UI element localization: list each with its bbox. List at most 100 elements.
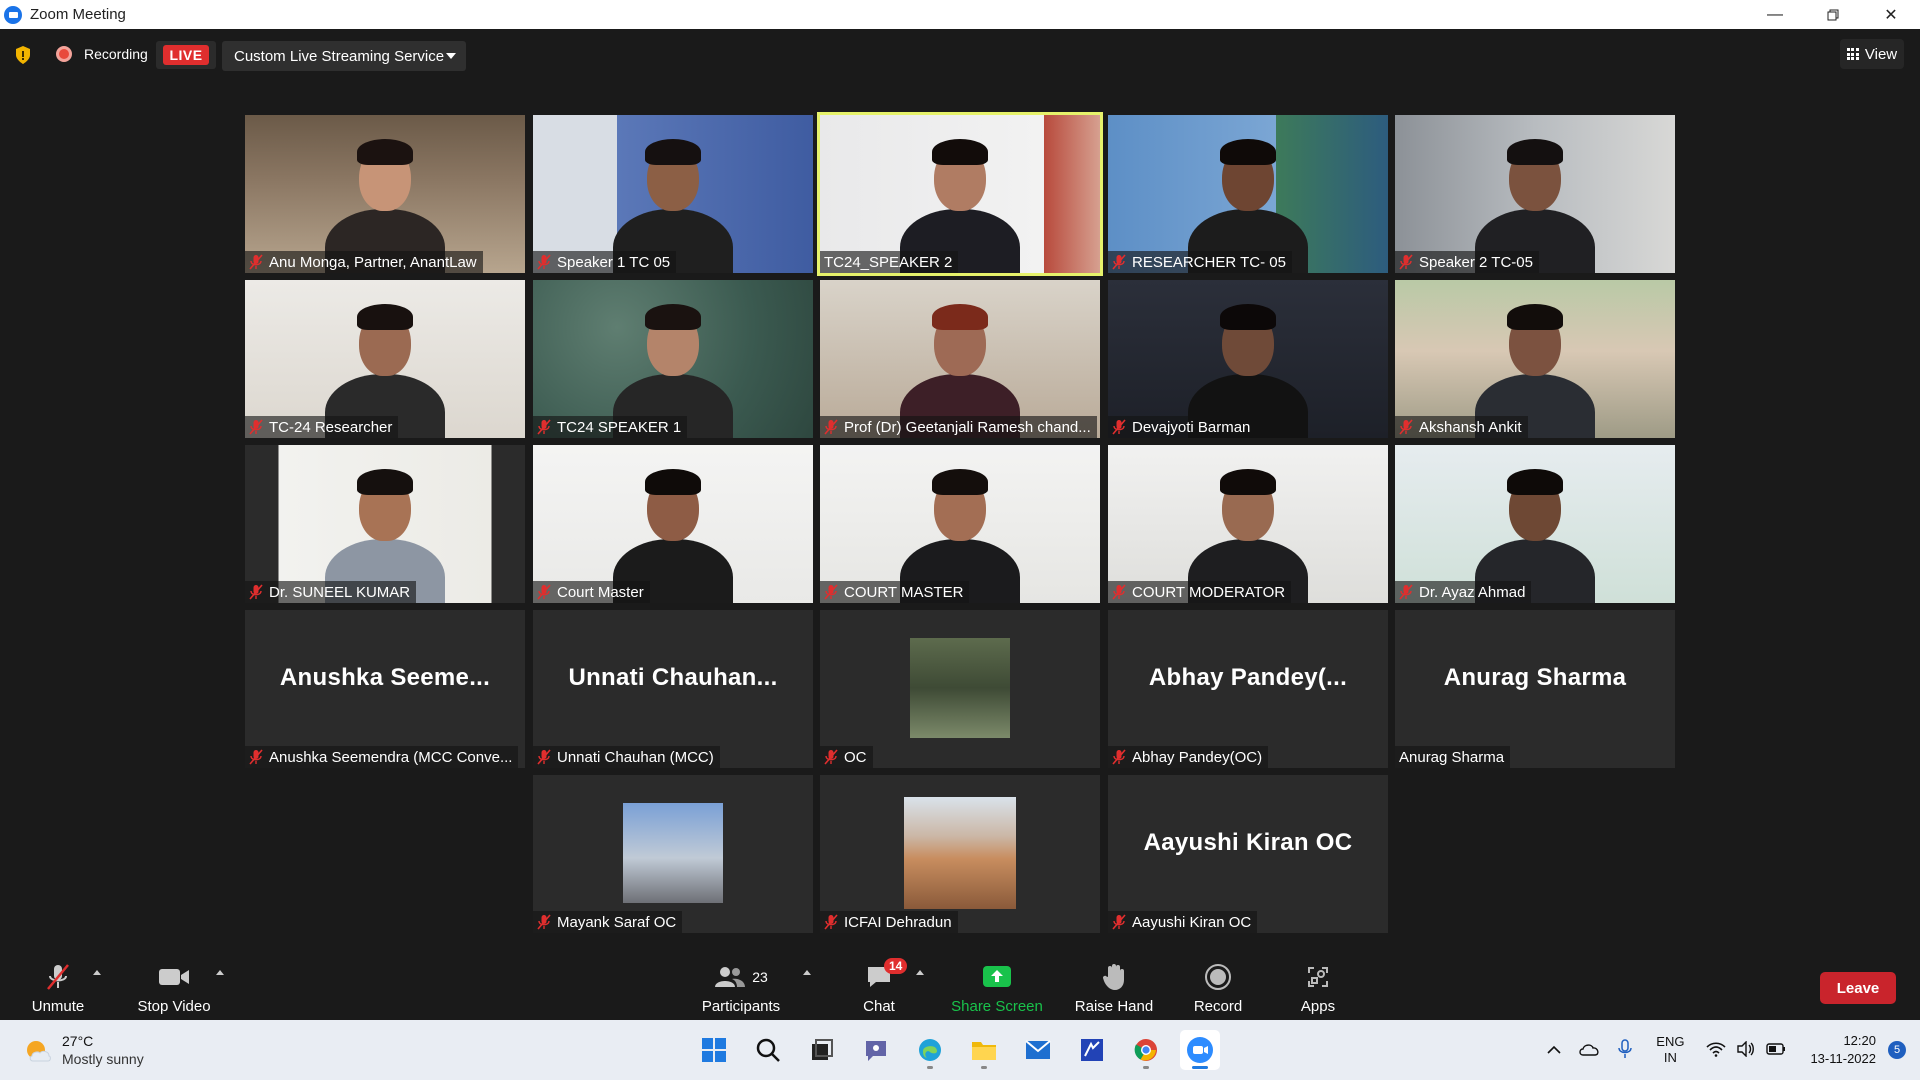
task-view-icon[interactable] (802, 1030, 842, 1070)
microphone-icon[interactable] (1618, 1038, 1633, 1062)
unmute-label: Unmute (31, 998, 85, 1015)
raise-hand-label: Raise Hand (1074, 998, 1154, 1015)
notification-count-badge[interactable]: 5 (1888, 1041, 1906, 1059)
participant-tile[interactable]: RESEARCHER TC- 05 (1108, 115, 1388, 273)
live-badge[interactable]: LIVE (156, 41, 216, 69)
grid-view-icon (1846, 48, 1859, 60)
participant-nameplate: RESEARCHER TC- 05 (1108, 251, 1292, 273)
notes-app-icon[interactable] (1072, 1030, 1112, 1070)
chevron-up-icon[interactable] (1546, 1043, 1562, 1058)
shield-icon[interactable] (14, 45, 32, 65)
participant-tile[interactable]: Unnati Chauhan... Unnati Chauhan (MCC) (533, 610, 813, 768)
participant-tile[interactable]: Court Master (533, 445, 813, 603)
participant-name: Dr. Ayaz Ahmad (1419, 583, 1526, 601)
participant-name: RESEARCHER TC- 05 (1132, 253, 1286, 271)
participant-tile[interactable]: Abhay Pandey(... Abhay Pandey(OC) (1108, 610, 1388, 768)
participant-tile[interactable]: Aayushi Kiran OC Aayushi Kiran OC (1108, 775, 1388, 933)
clock[interactable]: 12:20 13-11-2022 (1810, 1032, 1876, 1068)
participants-button[interactable]: 23 Participants (698, 944, 784, 1020)
microphone-muted-icon (824, 419, 838, 435)
search-icon[interactable] (748, 1030, 788, 1070)
participant-display-name: Unnati Chauhan... (568, 664, 778, 691)
participant-video-feed (1395, 115, 1675, 273)
mail-icon[interactable] (1018, 1030, 1058, 1070)
microphone-muted-icon (537, 584, 551, 600)
participant-tile[interactable]: Dr. Ayaz Ahmad (1395, 445, 1675, 603)
weather-widget[interactable]: 27°C Mostly sunny (24, 1032, 144, 1068)
language-indicator[interactable]: ENG IN (1656, 1034, 1684, 1066)
participant-tile[interactable]: Mayank Saraf OC (533, 775, 813, 933)
participant-nameplate: OC (820, 746, 873, 768)
participant-tile[interactable]: COURT MASTER (820, 445, 1100, 603)
view-button[interactable]: View (1840, 39, 1904, 69)
volume-icon[interactable] (1736, 1039, 1756, 1060)
participant-tile[interactable]: Anushka Seeme... Anushka Seemendra (MCC C… (245, 610, 525, 768)
participant-tile[interactable]: ICFAI Dehradun (820, 775, 1100, 933)
wifi-icon[interactable] (1706, 1041, 1727, 1060)
participant-nameplate: Abhay Pandey(OC) (1108, 746, 1269, 768)
participant-video-feed (245, 280, 525, 438)
participant-tile[interactable]: Dr. SUNEEL KUMAR (245, 445, 525, 603)
participant-nameplate: COURT MODERATOR (1108, 581, 1292, 603)
participant-tile[interactable]: TC-24 Researcher (245, 280, 525, 438)
participant-name: Mayank Saraf OC (557, 913, 677, 931)
zoom-app-icon[interactable] (1180, 1030, 1220, 1070)
meeting-status-bar: Recording LIVE Custom Live Streaming Ser… (0, 29, 1920, 79)
participant-tile[interactable]: COURT MODERATOR (1108, 445, 1388, 603)
edge-browser-icon[interactable] (910, 1030, 950, 1070)
raise-hand-button[interactable]: Raise Hand (1074, 944, 1154, 1020)
leave-button[interactable]: Leave (1820, 972, 1896, 1004)
apps-button[interactable]: Apps (1296, 944, 1340, 1020)
onedrive-cloud-icon[interactable] (1578, 1042, 1600, 1059)
restore-button[interactable] (1804, 0, 1862, 29)
record-button[interactable]: Record (1190, 944, 1246, 1020)
teams-chat-icon[interactable] (856, 1030, 896, 1070)
participant-nameplate: Court Master (533, 581, 650, 603)
participant-tile[interactable]: TC24 SPEAKER 1 (533, 280, 813, 438)
participant-tile[interactable]: Akshansh Ankit (1395, 280, 1675, 438)
chat-caret-icon[interactable] (916, 970, 924, 975)
participant-name: Speaker 1 TC 05 (557, 253, 671, 271)
title-bar: Zoom Meeting — ✕ (0, 0, 1920, 29)
participants-caret-icon[interactable] (803, 970, 811, 975)
chat-button[interactable]: Chat (858, 944, 900, 1020)
participant-tile[interactable]: Speaker 2 TC-05 (1395, 115, 1675, 273)
participant-name: COURT MASTER (844, 583, 964, 601)
video-options-caret-icon[interactable] (216, 970, 224, 975)
participant-tile[interactable]: Speaker 1 TC 05 (533, 115, 813, 273)
minimize-button[interactable]: — (1746, 0, 1804, 29)
audio-options-caret-icon[interactable] (93, 970, 101, 975)
live-stream-service-dropdown[interactable]: Custom Live Streaming Service (222, 41, 466, 71)
chrome-browser-icon[interactable] (1126, 1030, 1166, 1070)
participant-tile[interactable]: OC (820, 610, 1100, 768)
participant-tile[interactable]: Devajyoti Barman (1108, 280, 1388, 438)
recording-label[interactable]: Recording (84, 46, 148, 62)
participant-video-feed (820, 445, 1100, 603)
chat-label: Chat (863, 998, 895, 1015)
microphone-muted-icon (1112, 584, 1126, 600)
participant-display-name: Aayushi Kiran OC (1143, 829, 1353, 856)
participant-video-feed (245, 445, 525, 603)
close-button[interactable]: ✕ (1862, 0, 1920, 29)
unmute-button[interactable]: Unmute (26, 944, 90, 1020)
meeting-toolbar: Unmute Stop Video 23 Participants Chat 1… (0, 944, 1920, 1020)
windows-start-icon[interactable] (694, 1030, 734, 1070)
live-label: LIVE (163, 45, 209, 65)
battery-icon[interactable] (1766, 1042, 1786, 1058)
participant-tile[interactable]: Anu Monga, Partner, AnantLaw (245, 115, 525, 273)
participant-name: Aayushi Kiran OC (1132, 913, 1252, 931)
participant-name: Akshansh Ankit (1419, 418, 1522, 436)
window-title: Zoom Meeting (30, 6, 126, 23)
participant-tile[interactable]: TC24_SPEAKER 2 (817, 112, 1103, 276)
participant-nameplate: Akshansh Ankit (1395, 416, 1528, 438)
share-screen-button[interactable]: Share Screen (950, 944, 1044, 1020)
participant-video-feed (533, 280, 813, 438)
file-explorer-icon[interactable] (964, 1030, 1004, 1070)
participant-nameplate: Dr. SUNEEL KUMAR (245, 581, 417, 603)
participant-tile[interactable]: Prof (Dr) Geetanjali Ramesh chand... (820, 280, 1100, 438)
participant-tile[interactable]: Anurag Sharma Anurag Sharma (1395, 610, 1675, 768)
microphone-muted-icon (537, 419, 551, 435)
stop-video-button[interactable]: Stop Video (134, 944, 214, 1020)
participant-nameplate: Anurag Sharma (1395, 746, 1511, 768)
microphone-muted-icon (249, 749, 263, 765)
